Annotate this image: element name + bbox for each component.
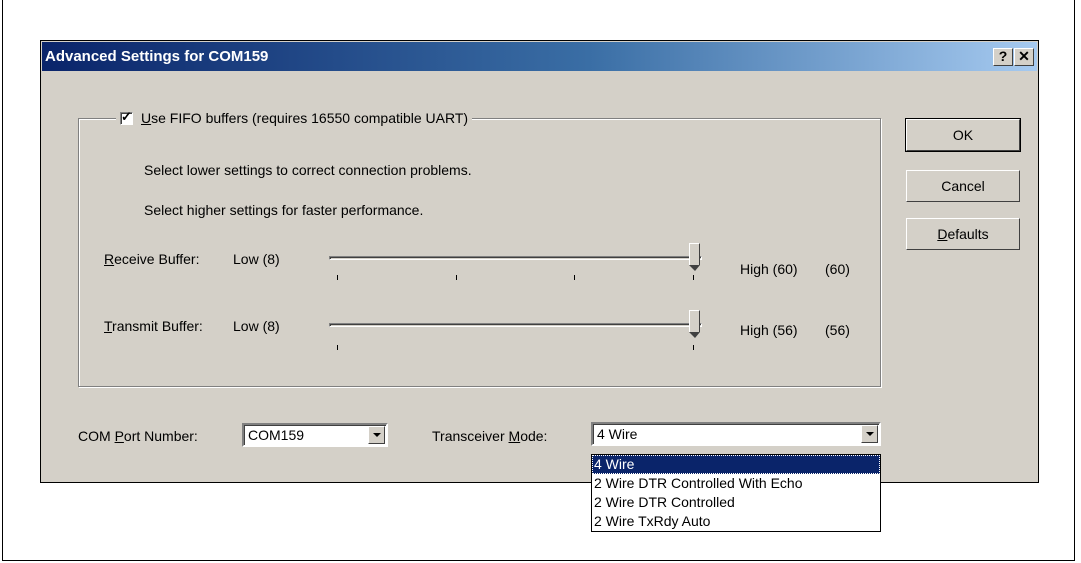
ok-button[interactable]: OK bbox=[905, 118, 1021, 152]
transmit-slider-track[interactable] bbox=[329, 323, 702, 327]
receive-buffer-label: Receive Buffer: bbox=[104, 251, 200, 267]
transmit-value: (56) bbox=[825, 322, 850, 338]
receive-slider-thumb[interactable] bbox=[689, 243, 700, 271]
receive-tick bbox=[574, 275, 575, 280]
transmit-tick bbox=[337, 345, 338, 350]
receive-slider-track[interactable] bbox=[329, 256, 702, 260]
transmit-high-label: High (56) bbox=[740, 322, 798, 338]
defaults-button[interactable]: Defaults bbox=[906, 218, 1020, 250]
fifo-checkbox-row[interactable]: ✓ Use FIFO buffers (requires 16550 compa… bbox=[116, 108, 473, 128]
receive-tick bbox=[456, 275, 457, 280]
dropdown-option[interactable]: 4 Wire bbox=[592, 455, 880, 474]
com-port-value: COM159 bbox=[248, 427, 305, 443]
dialog-title: Advanced Settings for COM159 bbox=[45, 48, 269, 65]
com-port-label: COM Port Number: bbox=[78, 428, 198, 444]
transceiver-mode-value: 4 Wire bbox=[597, 426, 638, 442]
check-mark-icon: ✓ bbox=[121, 108, 132, 124]
help-button[interactable]: ? bbox=[993, 48, 1013, 66]
chevron-down-icon[interactable] bbox=[368, 426, 385, 444]
receive-tick bbox=[693, 275, 694, 280]
title-bar: Advanced Settings for COM159 ? ✕ bbox=[42, 42, 1037, 71]
fifo-label: Use FIFO buffers (requires 16550 compati… bbox=[141, 110, 469, 126]
cancel-button[interactable]: Cancel bbox=[906, 170, 1020, 202]
hint-higher: Select higher settings for faster perfor… bbox=[144, 202, 424, 218]
fifo-checkbox[interactable]: ✓ bbox=[120, 108, 133, 125]
dropdown-option[interactable]: 2 Wire DTR Controlled With Echo bbox=[592, 474, 880, 493]
transceiver-mode-dropdown: 4 Wire 2 Wire DTR Controlled With Echo 2 W… bbox=[591, 454, 881, 532]
close-button[interactable]: ✕ bbox=[1014, 48, 1034, 66]
receive-high-label: High (60) bbox=[740, 261, 798, 277]
transceiver-mode-label: Transceiver Mode: bbox=[432, 428, 548, 444]
chevron-down-icon[interactable] bbox=[861, 425, 878, 443]
transmit-low-label: Low (8) bbox=[233, 318, 280, 334]
transmit-buffer-label: Transmit Buffer: bbox=[104, 318, 203, 334]
dropdown-option[interactable]: 2 Wire DTR Controlled bbox=[592, 493, 880, 512]
transceiver-mode-combo[interactable]: 4 Wire bbox=[591, 422, 881, 446]
hint-lower: Select lower settings to correct connect… bbox=[144, 162, 472, 178]
com-port-combo[interactable]: COM159 bbox=[242, 423, 388, 447]
dropdown-option[interactable]: 2 Wire TxRdy Auto bbox=[592, 512, 880, 531]
receive-value: (60) bbox=[825, 261, 850, 277]
receive-low-label: Low (8) bbox=[233, 251, 280, 267]
receive-tick bbox=[337, 275, 338, 280]
transmit-tick bbox=[693, 345, 694, 350]
transmit-slider-thumb[interactable] bbox=[689, 310, 700, 338]
